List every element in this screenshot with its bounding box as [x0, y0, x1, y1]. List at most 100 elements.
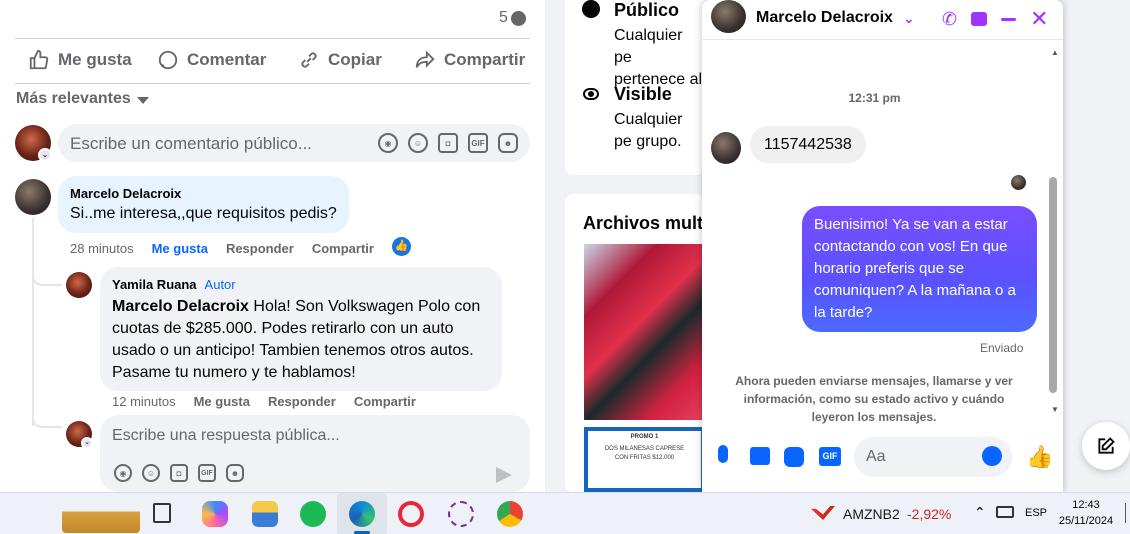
contact-avatar-small[interactable] [711, 132, 741, 164]
language-indicator[interactable]: ESP [1025, 507, 1047, 519]
reply-bubble: Yamila Ruana Autor Marcelo Delacroix Hol… [100, 267, 502, 391]
opera-icon[interactable] [398, 501, 424, 527]
like-reaction-icon[interactable]: 👍 [392, 237, 411, 256]
media-thumbnail[interactable]: PROMO 1 DOS MILANESAS CAPRESE CON FRITAS… [584, 427, 705, 492]
sticker-icon[interactable] [784, 447, 804, 467]
media-panel: Archivos multi PROMO 1 DOS MILANESAS CAP… [565, 194, 709, 492]
emoji-icon[interactable]: ☺ [408, 133, 428, 153]
chat-window: Marcelo Delacroix ⌄ ✆ ✕ 12:31 pm 1157442… [702, 0, 1063, 492]
chat-notice: Ahora pueden enviarse mensajes, llamarse… [735, 374, 1013, 424]
reply-reply-button[interactable]: Responder [268, 394, 336, 409]
widgets-icon[interactable] [62, 497, 140, 533]
close-icon[interactable]: ✕ [1030, 6, 1048, 32]
thumbs-up-icon [29, 49, 49, 70]
file-explorer-icon[interactable] [252, 501, 278, 527]
copilot-icon[interactable] [202, 501, 228, 527]
phone-icon[interactable]: ✆ [942, 9, 957, 30]
emoji-icon[interactable]: ☺ [142, 464, 160, 482]
share-icon [415, 50, 435, 68]
chevron-down-icon[interactable]: ⌄ [38, 148, 52, 162]
task-view-icon[interactable] [153, 503, 171, 523]
stock-symbol[interactable]: AMZNB2 [843, 506, 900, 522]
thumbs-up-icon[interactable]: 👍 [1026, 444, 1053, 470]
photo-icon[interactable] [750, 447, 770, 465]
avatar-sticker-icon[interactable]: ◉ [114, 464, 132, 482]
reply-input[interactable]: Escribe una respuesta pública... ◉ ☺ ◘ G… [100, 415, 530, 492]
microphone-icon[interactable] [718, 445, 728, 463]
comment-time[interactable]: 28 minutos [70, 241, 134, 256]
caret-down-icon [136, 96, 149, 104]
like-button[interactable]: Me gusta [28, 49, 132, 71]
edge-icon [349, 501, 375, 527]
media-thumbnail[interactable] [584, 244, 705, 420]
comment-text: Si..me interesa,,que requisitos pedis? [70, 205, 337, 222]
stock-change[interactable]: -2,92% [907, 506, 951, 522]
reply-share-button[interactable]: Compartir [354, 394, 416, 409]
link-icon [301, 52, 317, 68]
send-icon[interactable] [496, 467, 512, 483]
minimize-icon[interactable] [1001, 17, 1017, 21]
reply-mention[interactable]: Marcelo Delacroix [112, 298, 249, 315]
thread-line [32, 218, 34, 426]
comment-author[interactable]: Marcelo Delacroix [70, 186, 181, 201]
gif-icon[interactable]: GIF [819, 447, 841, 466]
comment-button[interactable]: Comentar [157, 49, 266, 71]
comment-meta: 28 minutos Me gusta Responder Compartir [70, 241, 392, 256]
comment-share-button[interactable]: Compartir [312, 241, 374, 256]
comment-like-button[interactable]: Me gusta [152, 241, 208, 256]
copy-button[interactable]: Copiar [298, 49, 382, 71]
taskbar: AMZNB2 -2,92% ⌃ ESP 12:43 25/11/2024 [0, 492, 1130, 534]
reply-text: Marcelo Delacroix Hola! Son Volkswagen P… [112, 298, 481, 381]
scroll-up-arrow[interactable]: ▲ [1051, 48, 1059, 57]
privacy-title: Público [614, 0, 680, 20]
share-button[interactable]: Compartir [414, 49, 525, 71]
edge-active-tab[interactable] [337, 493, 387, 534]
globe-icon [582, 0, 600, 18]
network-icon[interactable] [996, 506, 1014, 518]
video-camera-icon[interactable] [971, 12, 988, 26]
scrollbar-thumb[interactable] [1049, 177, 1057, 393]
snipping-tool-icon[interactable] [448, 501, 474, 527]
author-avatar[interactable] [66, 272, 92, 298]
media-title: Archivos multi [583, 213, 709, 233]
camera-icon[interactable]: ◘ [438, 133, 458, 153]
emoji-icon[interactable] [982, 446, 1002, 466]
avatar-sticker-icon[interactable]: ◉ [378, 133, 398, 153]
post-panel: 5 Me gusta Comentar Copiar Compartir Más… [0, 0, 545, 492]
comment-reply-button[interactable]: Responder [226, 241, 294, 256]
sticker-icon[interactable]: ☻ [226, 464, 244, 482]
incoming-message[interactable]: 1157442538 [750, 126, 866, 163]
camera-icon[interactable]: ◘ [170, 464, 188, 482]
scroll-down-arrow[interactable]: ▼ [1051, 405, 1059, 414]
message-status: Enviado [980, 341, 1024, 355]
contact-avatar[interactable] [711, 0, 746, 33]
spotify-icon[interactable] [300, 501, 326, 527]
gif-icon[interactable]: GIF [468, 133, 488, 153]
reply-like-button[interactable]: Me gusta [194, 394, 250, 409]
new-message-button[interactable] [1082, 422, 1130, 470]
comment-count[interactable]: 5 [499, 9, 526, 27]
visibility-title: Visible [614, 84, 672, 104]
message-input[interactable]: Aa [854, 437, 1012, 477]
sort-dropdown[interactable]: Más relevantes [16, 90, 149, 108]
reply-meta: 12 minutos Me gusta Responder Compartir [112, 394, 434, 409]
reply-author[interactable]: Yamila Ruana [112, 277, 197, 292]
contact-name-button[interactable]: Marcelo Delacroix ⌄ [756, 9, 915, 27]
commenter-avatar[interactable] [15, 179, 51, 215]
show-desktop-button[interactable] [1125, 503, 1130, 523]
comment-input[interactable]: Escribe un comentario público... ◉ ☺ ◘ G… [58, 124, 530, 162]
sticker-icon[interactable]: ☻ [498, 133, 518, 153]
outgoing-message[interactable]: Buenisimo! Ya se van a estar contactando… [802, 206, 1037, 332]
chevron-down-icon[interactable]: ⌄ [81, 437, 93, 449]
chevron-up-icon[interactable]: ⌃ [974, 504, 986, 521]
comment-icon [158, 50, 178, 70]
comment-bubble: Marcelo Delacroix Si..me interesa,,que r… [58, 176, 349, 233]
privacy-desc: Cualquier pe pertenece al [614, 27, 703, 88]
eye-icon [583, 88, 599, 100]
read-receipt-avatar [1011, 175, 1026, 190]
reply-time[interactable]: 12 minutos [112, 394, 176, 409]
clock[interactable]: 12:43 25/11/2024 [1055, 497, 1117, 529]
gif-icon[interactable]: GIF [198, 464, 216, 482]
chrome-icon[interactable] [497, 501, 523, 527]
time-divider: 12:31 pm [848, 91, 901, 105]
